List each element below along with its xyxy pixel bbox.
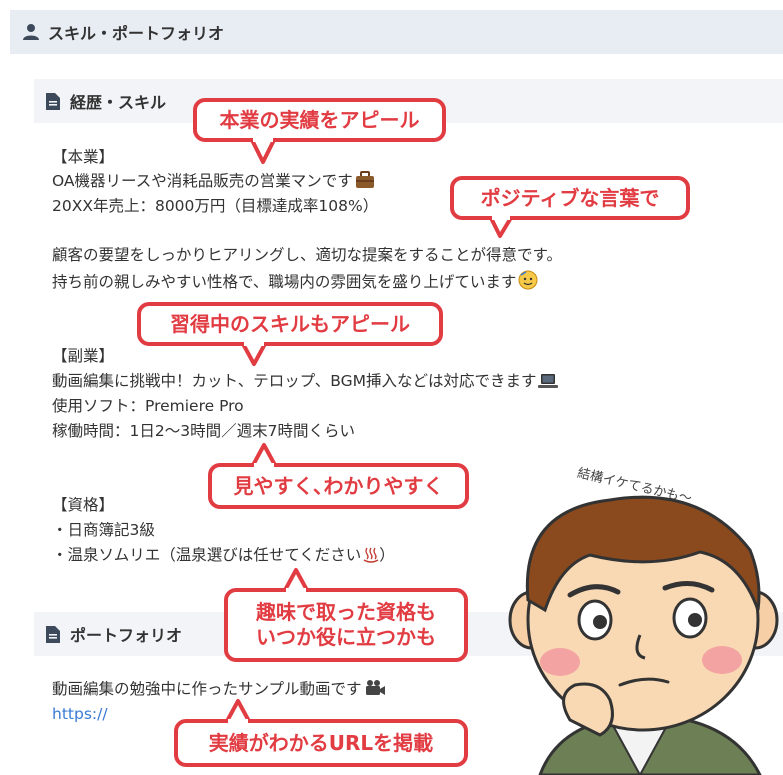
section-title-portfolio: ポートフォリオ bbox=[70, 626, 183, 645]
side-job-line3: 稼働時間：1日2〜3時間／週末7時間くらい bbox=[52, 422, 355, 440]
document-icon bbox=[46, 92, 60, 110]
qualification-heading: 【資格】 bbox=[52, 496, 115, 514]
page-header: スキル・ポートフォリオ bbox=[10, 10, 783, 54]
callout-tail bbox=[282, 568, 310, 592]
strength-line1: 顧客の要望をしっかりヒアリングし、適切な提案をすることが得意です。 bbox=[52, 246, 562, 264]
video-camera-icon bbox=[365, 680, 385, 695]
qualification-line2: ・温泉ソムリエ（温泉選びは任せてください） bbox=[52, 546, 395, 564]
callout-tail bbox=[240, 342, 268, 366]
briefcase-icon bbox=[355, 171, 374, 188]
callout-tail bbox=[488, 216, 514, 238]
main-job-line2: 20XX年売上：8000万円（目標達成率108%） bbox=[52, 197, 379, 215]
callout-line: いつか役に立つかも bbox=[256, 625, 436, 649]
hot-face-emoji bbox=[518, 270, 538, 290]
side-job-line2: 使用ソフト：Premiere Pro bbox=[52, 397, 244, 415]
callout-tail bbox=[250, 443, 278, 467]
callout-tail bbox=[249, 138, 277, 164]
side-job-line1: 動画編集に挑戦中！カット、テロップ、BGM挿入などは対応できます bbox=[52, 371, 559, 391]
callout-tail bbox=[224, 699, 252, 723]
thinking-man-illustration bbox=[508, 495, 779, 775]
main-job-line1: OA機器リースや消耗品販売の営業マンです bbox=[52, 171, 375, 191]
section-title-career: 経歴・スキル bbox=[70, 93, 167, 112]
callout-url: 実績がわかるURLを掲載 bbox=[174, 719, 468, 767]
hot-springs-icon bbox=[363, 547, 379, 563]
document-icon bbox=[46, 625, 60, 643]
page-title: スキル・ポートフォリオ bbox=[48, 24, 225, 43]
laptop-icon bbox=[538, 374, 559, 388]
main-job-heading: 【本業】 bbox=[52, 148, 115, 166]
callout-line: 趣味で取った資格も bbox=[256, 600, 436, 624]
callout-hobby-qualification: 趣味で取った資格も いつか役に立つかも bbox=[224, 588, 468, 662]
qualification-line1: ・日商簿記3級 bbox=[52, 521, 155, 539]
portfolio-link[interactable]: https:// bbox=[52, 704, 108, 724]
callout-readable: 見やすく､わかりやすく bbox=[208, 463, 469, 509]
callout-positive: ポジティブな言葉で bbox=[450, 176, 690, 220]
side-job-heading: 【副業】 bbox=[52, 347, 115, 365]
strength-line2: 持ち前の親しみやすい性格で、職場内の雰囲気を盛り上げています bbox=[52, 270, 538, 292]
portfolio-description: 動画編集の勉強中に作ったサンプル動画です bbox=[52, 679, 386, 699]
callout-main-job: 本業の実績をアピール bbox=[193, 98, 446, 142]
user-icon bbox=[23, 24, 39, 40]
callout-side-skill: 習得中のスキルもアピール bbox=[137, 302, 443, 346]
